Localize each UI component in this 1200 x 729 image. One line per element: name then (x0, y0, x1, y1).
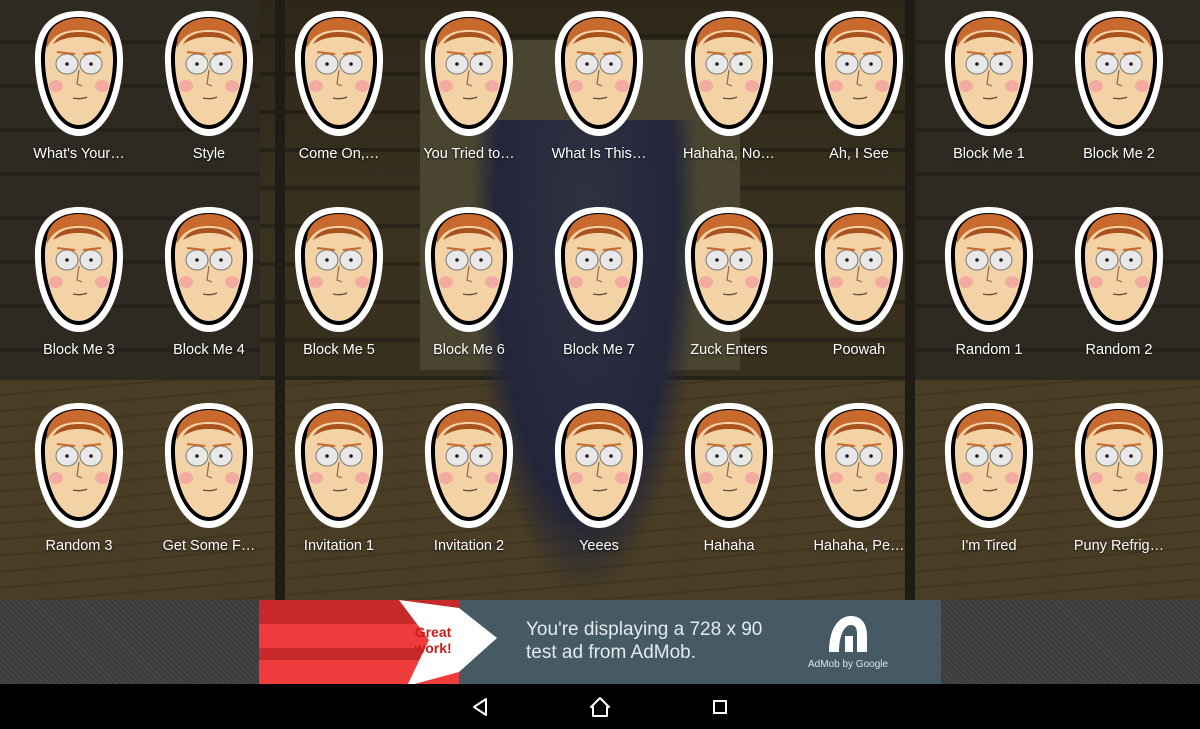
zuck-face-icon (294, 207, 384, 332)
sound-label: Random 2 (1085, 342, 1153, 358)
sound-button[interactable]: Random 2 (1054, 204, 1184, 400)
soundboard-grid: What's Your… Style Come On,… You Tried t… (14, 8, 1186, 596)
sound-button[interactable]: Invitation 2 (404, 400, 534, 596)
zuck-face-icon (34, 207, 124, 332)
sound-label: Invitation 2 (433, 538, 505, 554)
sound-button[interactable]: Puny Refrig… (1054, 400, 1184, 596)
zuck-face-icon (424, 207, 514, 332)
zuck-face-icon (814, 11, 904, 136)
system-navigation-bar (0, 684, 1200, 729)
ad-banner-area: Great work! You're displaying a 728 x 90… (0, 600, 1200, 684)
sound-button[interactable]: Invitation 1 (274, 400, 404, 596)
sound-button[interactable]: Poowah (794, 204, 924, 400)
sound-button[interactable]: Hahaha, No… (664, 8, 794, 204)
ad-badge: Great work! (414, 624, 452, 656)
admob-logo-icon (829, 616, 867, 652)
sound-label: Block Me 3 (43, 342, 115, 358)
sound-label: Puny Refrig… (1073, 538, 1165, 554)
sound-label: You Tried to… (423, 146, 515, 162)
sound-button[interactable]: Block Me 6 (404, 204, 534, 400)
sound-button[interactable]: Ah, I See (794, 8, 924, 204)
sound-label: Random 1 (955, 342, 1023, 358)
sound-label: Style (192, 146, 226, 162)
zuck-face-icon (944, 403, 1034, 528)
zuck-face-icon (814, 403, 904, 528)
ad-message: You're displaying a 728 x 90 test ad fro… (526, 619, 763, 663)
zuck-face-icon (34, 11, 124, 136)
zuck-face-icon (1074, 11, 1164, 136)
zuck-face-icon (944, 207, 1034, 332)
sound-label: Block Me 2 (1083, 146, 1155, 162)
sound-label: Hahaha, No… (683, 146, 775, 162)
zuck-face-icon (164, 11, 254, 136)
zuck-face-icon (814, 207, 904, 332)
sound-button[interactable]: Block Me 7 (534, 204, 664, 400)
sound-button[interactable]: Block Me 3 (14, 204, 144, 400)
zuck-face-icon (34, 403, 124, 528)
zuck-face-icon (944, 11, 1034, 136)
zuck-face-icon (424, 403, 514, 528)
zuck-face-icon (1074, 207, 1164, 332)
zuck-face-icon (684, 11, 774, 136)
sound-button[interactable]: Block Me 4 (144, 204, 274, 400)
ad-brand: AdMob by Google (808, 659, 889, 670)
sound-label: Block Me 7 (563, 342, 635, 358)
zuck-face-icon (554, 11, 644, 136)
sound-label: Block Me 6 (433, 342, 505, 358)
zuck-face-icon (554, 403, 644, 528)
sound-label: Ah, I See (829, 146, 889, 162)
sound-label: What's Your… (33, 146, 125, 162)
zuck-face-icon (424, 11, 514, 136)
sound-label: What Is This… (551, 146, 647, 162)
sound-button[interactable]: Style (144, 8, 274, 204)
sound-label: Block Me 5 (303, 342, 375, 358)
zuck-face-icon (684, 403, 774, 528)
sound-button[interactable]: Come On,… (274, 8, 404, 204)
sound-button[interactable]: Get Some F… (144, 400, 274, 596)
sound-button[interactable]: Hahaha (664, 400, 794, 596)
sound-button[interactable]: Hahaha, Pe… (794, 400, 924, 596)
sound-button[interactable]: I'm Tired (924, 400, 1054, 596)
sound-button[interactable]: Block Me 2 (1054, 8, 1184, 204)
sound-label: Poowah (832, 342, 886, 358)
sound-label: Zuck Enters (690, 342, 768, 358)
back-triangle-icon[interactable] (465, 692, 495, 722)
sound-label: Block Me 4 (173, 342, 245, 358)
sound-button[interactable]: Yeees (534, 400, 664, 596)
sound-label: Block Me 1 (953, 146, 1025, 162)
home-icon[interactable] (585, 692, 615, 722)
zuck-face-icon (164, 403, 254, 528)
zuck-face-icon (294, 403, 384, 528)
sound-label: Yeees (579, 538, 619, 554)
recents-square-icon[interactable] (705, 692, 735, 722)
sound-label: Hahaha, Pe… (813, 538, 905, 554)
sound-label: Get Some F… (162, 538, 256, 554)
sound-button[interactable]: What's Your… (14, 8, 144, 204)
zuck-face-icon (684, 207, 774, 332)
sound-button[interactable]: You Tried to… (404, 8, 534, 204)
sound-button[interactable]: Block Me 1 (924, 8, 1054, 204)
sound-label: Come On,… (298, 146, 380, 162)
sound-label: Hahaha (703, 538, 755, 554)
sound-button[interactable]: Random 3 (14, 400, 144, 596)
zuck-face-icon (554, 207, 644, 332)
zuck-face-icon (294, 11, 384, 136)
zuck-face-icon (164, 207, 254, 332)
sound-button[interactable]: Zuck Enters (664, 204, 794, 400)
sound-button[interactable]: What Is This… (534, 8, 664, 204)
zuck-face-icon (1074, 403, 1164, 528)
sound-button[interactable]: Random 1 (924, 204, 1054, 400)
sound-button[interactable]: Block Me 5 (274, 204, 404, 400)
sound-label: I'm Tired (961, 538, 1017, 554)
test-ad[interactable]: Great work! You're displaying a 728 x 90… (259, 600, 941, 684)
sound-label: Random 3 (45, 538, 113, 554)
sound-label: Invitation 1 (303, 538, 375, 554)
